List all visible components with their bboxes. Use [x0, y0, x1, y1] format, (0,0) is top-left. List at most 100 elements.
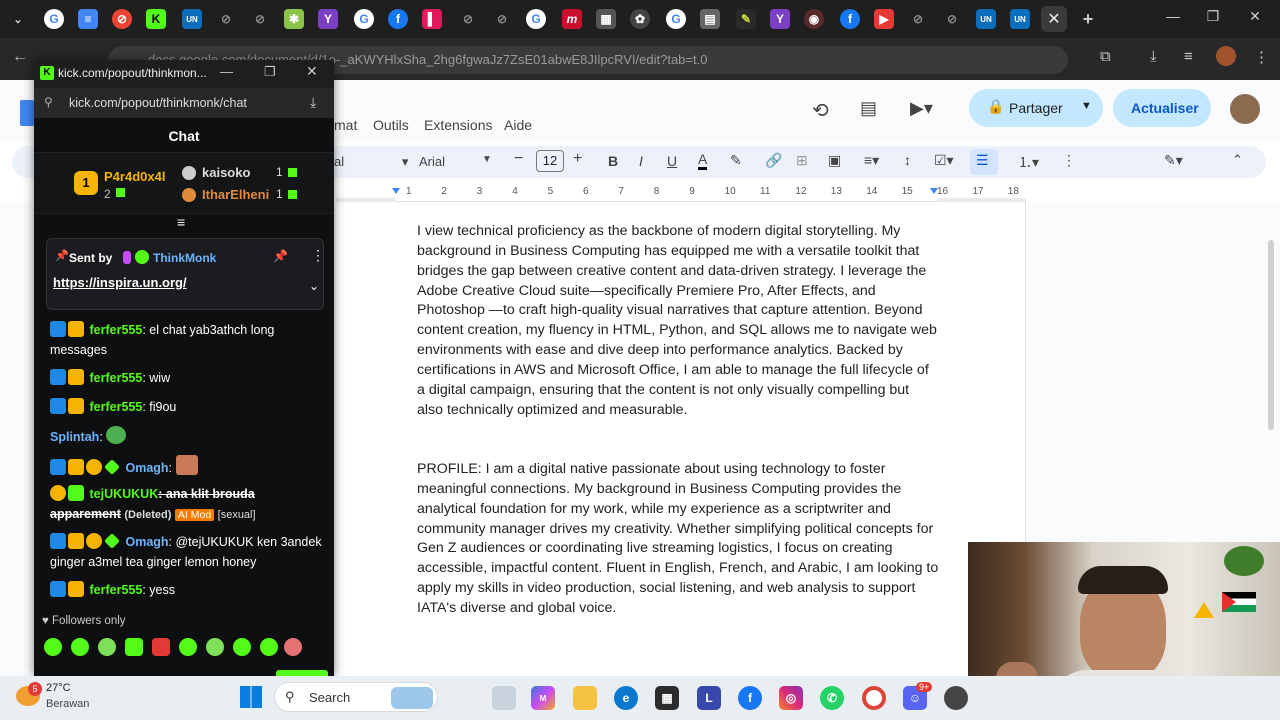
- google-tab-icon[interactable]: G: [666, 9, 686, 29]
- obs-icon[interactable]: [944, 686, 968, 710]
- blank-tab-icon[interactable]: ⊘: [908, 9, 928, 29]
- blank-tab-icon[interactable]: ⊘: [250, 9, 270, 29]
- google-tab-icon[interactable]: G: [526, 9, 546, 29]
- instagram-icon[interactable]: ◎: [779, 686, 803, 710]
- chat-username[interactable]: tejUKUKUK: [89, 487, 158, 501]
- increase-font-icon[interactable]: +: [573, 150, 582, 168]
- decrease-font-icon[interactable]: −: [514, 150, 523, 168]
- extensions-icon[interactable]: ⧉: [1100, 48, 1111, 65]
- paragraph-profile[interactable]: PROFILE: I am a digital native passionat…: [417, 460, 939, 619]
- emote-icon[interactable]: [152, 638, 170, 656]
- emote-icon[interactable]: [71, 638, 89, 656]
- collapse-leaderboard-icon[interactable]: ≡: [177, 214, 185, 230]
- numbered-list-icon[interactable]: ⒈▾: [1018, 152, 1039, 172]
- emote-icon[interactable]: [284, 638, 302, 656]
- chevron-down-icon[interactable]: ▼: [1081, 100, 1092, 112]
- emote-icon[interactable]: [206, 638, 224, 656]
- font-size-input[interactable]: 12: [536, 150, 564, 172]
- chat-username[interactable]: ferfer555: [89, 583, 142, 597]
- user-avatar[interactable]: [1230, 94, 1260, 124]
- close-icon[interactable]: ✕: [306, 63, 318, 80]
- whatsapp-icon[interactable]: ✆: [820, 686, 844, 710]
- emote-icon[interactable]: [98, 638, 116, 656]
- emote-icon[interactable]: [233, 638, 251, 656]
- kick-url[interactable]: kick.com/popout/thinkmonk/chat: [69, 96, 247, 110]
- m365-icon[interactable]: M: [531, 686, 555, 710]
- chat-message[interactable]: Splintah:: [50, 426, 325, 447]
- share-button[interactable]: 🔒 Partager ▼: [969, 89, 1103, 127]
- openai-tab-icon[interactable]: ✿: [630, 9, 650, 29]
- bold-icon[interactable]: B: [608, 153, 618, 169]
- download-icon[interactable]: ⤓: [310, 94, 316, 111]
- site-info-icon[interactable]: ⚲: [44, 95, 53, 109]
- menu-format[interactable]: mat: [334, 117, 357, 133]
- purple-tab-icon[interactable]: Y: [770, 9, 790, 29]
- google-tab-icon[interactable]: G: [354, 9, 374, 29]
- checklist-icon[interactable]: ☑▾: [934, 152, 954, 169]
- menu-tools[interactable]: Outils: [373, 117, 409, 133]
- leaf-tab-icon[interactable]: ✱: [284, 9, 304, 29]
- menu-extensions[interactable]: Extensions: [424, 117, 492, 133]
- blank-tab-icon[interactable]: ⊘: [942, 9, 962, 29]
- add-comment-icon[interactable]: ⊞: [796, 152, 808, 169]
- chevron-down-icon[interactable]: ⌄: [309, 279, 319, 293]
- emote-icon[interactable]: [179, 638, 197, 656]
- un-tab-icon[interactable]: UN: [1010, 9, 1030, 29]
- task-view-icon[interactable]: [492, 686, 516, 710]
- font-dropdown[interactable]: Arial: [419, 154, 445, 169]
- chrome-icon[interactable]: [862, 686, 886, 710]
- line-spacing-icon[interactable]: ↕: [904, 152, 911, 168]
- blank-tab-icon[interactable]: ⊘: [216, 9, 236, 29]
- google-tab-icon[interactable]: G: [44, 9, 64, 29]
- update-button[interactable]: Actualiser: [1113, 89, 1211, 127]
- chevron-down-icon[interactable]: ▼: [482, 154, 492, 165]
- tab-list-icon[interactable]: ⌄: [8, 9, 28, 29]
- leader-3-name[interactable]: ItharElheni: [202, 187, 269, 202]
- italic-icon[interactable]: I: [639, 153, 643, 169]
- pinned-link[interactable]: https://inspira.un.org/: [53, 275, 187, 290]
- collapse-icon[interactable]: ⌃: [1232, 152, 1243, 168]
- more-options-icon[interactable]: ⋮: [311, 247, 325, 264]
- kick-tab-icon[interactable]: K: [146, 9, 166, 29]
- paragraph-skills[interactable]: I view technical proficiency as the back…: [417, 222, 939, 420]
- chat-message[interactable]: Omagh:: [50, 455, 325, 478]
- top-gifter-name[interactable]: P4r4d0x4l: [104, 169, 165, 184]
- image-icon[interactable]: ▣: [828, 152, 841, 169]
- chat-username[interactable]: ferfer555: [89, 400, 142, 414]
- blocked-tab-icon[interactable]: ⊘: [112, 9, 132, 29]
- underline-icon[interactable]: U: [667, 153, 677, 169]
- grid-tab-icon[interactable]: ▤: [700, 9, 720, 29]
- comment-icon[interactable]: ▤: [860, 98, 877, 119]
- start-icon[interactable]: [240, 686, 262, 708]
- chat-message[interactable]: ferfer555: el chat yab3athch long messag…: [50, 320, 325, 360]
- ruler[interactable]: 1 2 3 4 5 6 7 8 9 10 11 12 13 14 15 16 17 18: [336, 184, 1026, 202]
- maximize-icon[interactable]: ❐: [1198, 8, 1228, 25]
- close-window-icon[interactable]: ✕: [1240, 8, 1270, 25]
- blank-tab-icon[interactable]: ⊘: [458, 9, 478, 29]
- edit-mode-icon[interactable]: ✎▾: [1164, 152, 1183, 169]
- taskbar-search[interactable]: ⚲ Search: [274, 682, 438, 712]
- history-icon[interactable]: ⟲: [812, 98, 829, 123]
- new-tab-icon[interactable]: +: [1078, 9, 1098, 29]
- download-icon[interactable]: ⤓: [1150, 48, 1157, 65]
- link-icon[interactable]: 🔗: [765, 152, 782, 169]
- pinned-author[interactable]: ThinkMonk: [153, 251, 216, 265]
- minimize-icon[interactable]: —: [1158, 8, 1188, 24]
- text-color-icon[interactable]: A: [698, 151, 708, 170]
- grid-tab-icon[interactable]: ▦: [596, 9, 616, 29]
- dark-tab-icon[interactable]: ◉: [804, 9, 824, 29]
- edge-icon[interactable]: e: [614, 686, 638, 710]
- pin-toggle-icon[interactable]: 📌: [273, 249, 288, 263]
- facebook-tab-icon[interactable]: f: [840, 9, 860, 29]
- chat-username[interactable]: ferfer555: [89, 371, 142, 385]
- chat-username[interactable]: Splintah: [50, 430, 99, 444]
- chat-message-deleted[interactable]: tejUKUKUK: ana klit brouda apparement (D…: [50, 484, 325, 525]
- facebook-tab-icon[interactable]: f: [388, 9, 408, 29]
- chat-username[interactable]: Omagh: [125, 461, 168, 475]
- emote-icon[interactable]: [44, 638, 62, 656]
- highlight-icon[interactable]: ✎: [730, 152, 742, 169]
- chat-message[interactable]: ferfer555: fi9ou: [50, 397, 325, 417]
- scrollbar-thumb[interactable]: [1268, 240, 1274, 430]
- leader-2-name[interactable]: kaisoko: [202, 165, 250, 180]
- docs-logo-icon[interactable]: [20, 100, 34, 126]
